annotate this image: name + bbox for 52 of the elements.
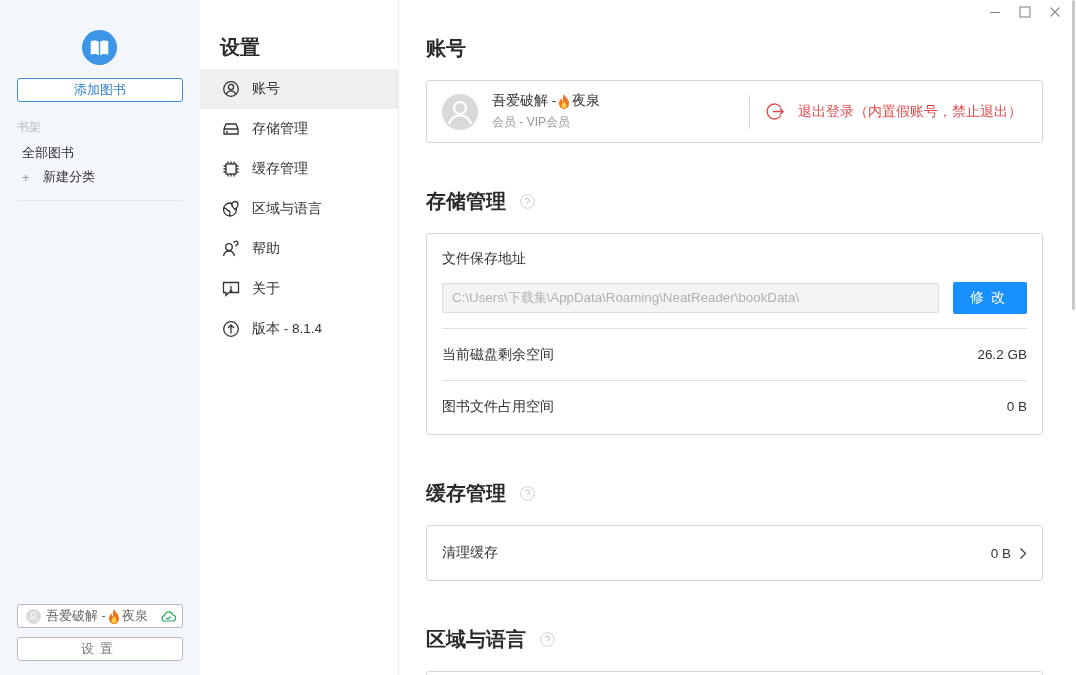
- help-person-icon: [222, 240, 240, 258]
- scrollbar[interactable]: [1072, 0, 1075, 310]
- logout-icon: [766, 102, 785, 121]
- book-logo-icon: [82, 30, 117, 65]
- row-label: 图书文件占用空间: [442, 397, 554, 416]
- nav-item[interactable]: 版本 - 8.1.4: [200, 309, 398, 349]
- nav-item[interactable]: 帮助: [200, 229, 398, 269]
- user-name: 夜泉: [572, 92, 601, 110]
- help-icon[interactable]: [520, 486, 535, 501]
- user-name: 夜泉: [121, 607, 148, 625]
- section-title: 区域与语言: [426, 627, 526, 652]
- avatar-icon: [442, 93, 478, 130]
- avatar-icon: [26, 608, 41, 624]
- section-title: 存储管理: [426, 189, 506, 214]
- sidebar-item[interactable]: 新建分类: [42, 169, 95, 186]
- row-value: 26.2 GB: [977, 347, 1027, 362]
- chip-icon: [222, 160, 240, 178]
- section-title: 缓存管理: [426, 481, 506, 506]
- settings-button[interactable]: 设置: [17, 637, 183, 661]
- user-chip[interactable]: 吾爱破解 - 夜泉: [17, 604, 183, 628]
- add-book-button[interactable]: 添加图书: [17, 78, 183, 102]
- field-label: 文件保存地址: [442, 250, 527, 268]
- nav-item[interactable]: 存储管理: [200, 109, 398, 149]
- nav-item[interactable]: 关于: [200, 269, 398, 309]
- globe-pin-icon: [222, 200, 240, 218]
- maximize-icon[interactable]: [1018, 5, 1032, 19]
- row-label: 当前磁盘剩余空间: [442, 345, 554, 364]
- info-message-icon: [222, 280, 240, 298]
- nav-item[interactable]: 账号: [200, 69, 398, 109]
- arrow-up-circle-icon: [222, 320, 240, 338]
- nav-item[interactable]: 缓存管理: [200, 149, 398, 189]
- drive-icon: [222, 120, 240, 138]
- chevron-right-icon[interactable]: [1019, 546, 1027, 560]
- membership-label: 会员 - VIP会员: [492, 114, 571, 131]
- user-name: 吾爱破解 -: [46, 607, 106, 625]
- nav-item[interactable]: 区域与语言: [200, 189, 398, 229]
- logout-link[interactable]: 退出登录（内置假账号，禁止退出）: [766, 102, 1022, 121]
- row-label[interactable]: 清理缓存: [442, 544, 498, 562]
- flame-icon: [558, 93, 571, 109]
- close-icon[interactable]: [1048, 5, 1062, 19]
- sidebar-item[interactable]: 全部图书: [17, 145, 183, 162]
- user-circle-icon: [222, 80, 240, 98]
- user-name: 吾爱破解 -: [492, 92, 557, 110]
- flame-icon: [107, 608, 120, 624]
- row-value: 0 B: [1006, 399, 1027, 414]
- section-title: 账号: [426, 36, 466, 61]
- help-icon[interactable]: [540, 632, 555, 647]
- cloud-icon: [161, 610, 176, 622]
- row-value: 0 B: [990, 545, 1011, 561]
- settings-title: 设置: [220, 35, 261, 60]
- section-label: 书架: [17, 119, 42, 136]
- help-icon[interactable]: [520, 194, 535, 209]
